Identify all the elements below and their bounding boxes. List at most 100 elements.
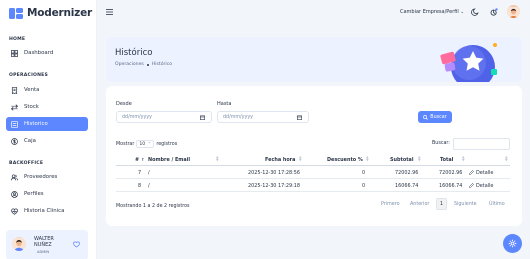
sort-icon: ▲ ▼	[216, 155, 219, 163]
buscar-label: Buscar	[430, 114, 447, 120]
detalle-label: Detalle	[476, 169, 494, 176]
hasta-placeholder: dd/mm/yyyy	[223, 114, 254, 120]
cell-nombre: /	[148, 169, 150, 176]
detalle-button[interactable]: Detalle	[469, 179, 493, 192]
sidebar-item-label: Dashboard	[24, 50, 54, 56]
hasta-date-input[interactable]: dd/mm/yyyy	[217, 111, 309, 123]
cell-fecha: 2025-12-30 17:29:18	[248, 182, 300, 189]
col-header-descuento[interactable]: Descuento %	[327, 153, 363, 166]
sidebar-item-stock[interactable]: Stock	[6, 100, 88, 114]
cell-fecha: 2025-12-30 17:28:56	[248, 169, 300, 176]
brand[interactable]: Modernizer	[9, 7, 92, 19]
sort-asc-icon: ↑	[141, 157, 145, 162]
page-size-select[interactable]: 10	[136, 140, 155, 148]
chevron-down-icon: ⌄	[460, 10, 465, 15]
section-title-home: HOME	[9, 37, 26, 42]
star-illustration-icon	[440, 43, 497, 82]
edit-icon	[469, 170, 474, 175]
sidebar-item-label: Historico	[24, 121, 48, 127]
sidebar-item-venta[interactable]: Venta	[6, 83, 88, 97]
hasta-label: Hasta	[217, 101, 232, 107]
sidebar: Modernizer HOME Dashboard OPERACIONES Ve…	[0, 0, 97, 259]
sidebar-item-label: Stock	[24, 104, 39, 110]
profile-icon	[11, 190, 18, 198]
detalle-button[interactable]: Detalle	[469, 166, 493, 179]
pager-last[interactable]: Último	[489, 198, 505, 210]
sidebar-item-historia-clinica[interactable]: Historia Clinica	[6, 204, 88, 218]
col-label: Subtotal	[390, 156, 414, 163]
col-header-id[interactable]: # ↑	[135, 153, 144, 166]
search-icon	[423, 114, 429, 120]
table-header-row: # ↑ Nombre / Email ▲ ▼ Fecha hora ▲ ▼ Descu…	[116, 153, 510, 166]
user-avatar-icon	[12, 238, 26, 251]
detalle-label: Detalle	[476, 182, 494, 189]
page-size-control: Mostrar 10 registros	[116, 140, 177, 148]
sort-icon: ▲ ▼	[366, 155, 369, 163]
pager-first[interactable]: Primero	[381, 198, 400, 210]
users-icon	[11, 173, 18, 180]
page-size-value: 10	[139, 141, 146, 147]
table-info: Mostrando 1 a 2 de 2 registros	[116, 204, 190, 209]
list-icon	[11, 120, 18, 128]
pager-page-1[interactable]: 1	[436, 198, 447, 210]
historico-card: Desde dd/mm/yyyy Hasta dd/mm/yyyy Buscar…	[106, 86, 522, 226]
col-label: Nombre / Email	[148, 156, 191, 163]
col-header-total[interactable]: Total	[440, 153, 453, 166]
settings-fab-button[interactable]	[503, 234, 522, 253]
sidebar-item-label: Historia Clinica	[24, 208, 65, 214]
cell-id: 7	[138, 169, 142, 176]
col-header-subtotal[interactable]: Subtotal	[390, 153, 414, 166]
cell-nombre: /	[148, 182, 150, 189]
desde-placeholder: dd/mm/yyyy	[122, 114, 153, 120]
user-card[interactable]: WALTER NUÑEZ ADMIN	[6, 230, 88, 259]
cash-icon	[11, 137, 18, 145]
menu-icon[interactable]	[106, 9, 113, 15]
col-header-fecha[interactable]: Fecha hora	[265, 153, 295, 166]
search-input[interactable]	[453, 138, 510, 150]
sidebar-item-historico[interactable]: Historico	[6, 117, 88, 131]
heart-icon[interactable]	[73, 241, 80, 248]
breadcrumb-item[interactable]: Operaciones	[115, 62, 144, 67]
calendar-icon	[297, 115, 302, 120]
moon-icon[interactable]	[471, 8, 479, 16]
sort-icon: ▲ ▼	[462, 155, 465, 163]
notification-icon[interactable]	[490, 8, 498, 16]
user-role: ADMIN	[37, 250, 50, 254]
sidebar-item-label: Proveedores	[24, 174, 58, 180]
sidebar-item-label: Venta	[24, 87, 40, 93]
company-selector[interactable]: Cambiar Empresa/Perfil ⌄	[400, 9, 464, 15]
breadcrumb: Operaciones Histórico	[115, 62, 172, 67]
cell-descuento: 0	[362, 182, 366, 189]
sort-icon: ▲ ▼	[505, 155, 508, 163]
sidebar-item-dashboard[interactable]: Dashboard	[6, 46, 88, 60]
pager-prev[interactable]: Anterior	[410, 198, 429, 210]
cell-subtotal: 72002.96	[395, 169, 419, 176]
avatar	[12, 237, 26, 251]
sidebar-item-label: Perfiles	[24, 191, 44, 197]
historico-table: # ↑ Nombre / Email ▲ ▼ Fecha hora ▲ ▼ Descu…	[116, 153, 510, 192]
col-label: Fecha hora	[265, 156, 296, 163]
cell-total: 72002.96	[439, 169, 463, 176]
buscar-button[interactable]: Buscar	[418, 111, 452, 123]
sidebar-item-proveedores[interactable]: Proveedores	[6, 170, 88, 184]
pager-next[interactable]: Siguiente	[454, 198, 477, 210]
desde-date-input[interactable]: dd/mm/yyyy	[116, 111, 212, 123]
page-header: Histórico Operaciones Histórico	[106, 37, 522, 82]
col-label: #	[135, 156, 140, 163]
table-row: 7 / 2025-12-30 17:28:56 0 72002.96 72002…	[116, 166, 510, 179]
sidebar-item-perfiles[interactable]: Perfiles	[6, 187, 88, 201]
col-header-nombre[interactable]: Nombre / Email	[148, 153, 190, 166]
sort-icon: ▲ ▼	[418, 155, 421, 163]
profile-avatar[interactable]	[507, 5, 520, 18]
brand-name: Modernizer	[27, 7, 92, 19]
user-name: WALTER NUÑEZ	[34, 236, 54, 248]
cell-total: 16066.74	[439, 182, 463, 189]
receipt-icon	[11, 86, 18, 94]
profile-avatar-icon	[507, 7, 520, 18]
breadcrumb-item: Histórico	[151, 62, 173, 67]
page-title: Histórico	[115, 48, 153, 58]
show-suffix: registros	[156, 141, 178, 147]
desde-label: Desde	[116, 101, 132, 107]
calendar-icon	[200, 115, 205, 120]
sidebar-item-caja[interactable]: Caja	[6, 134, 88, 148]
